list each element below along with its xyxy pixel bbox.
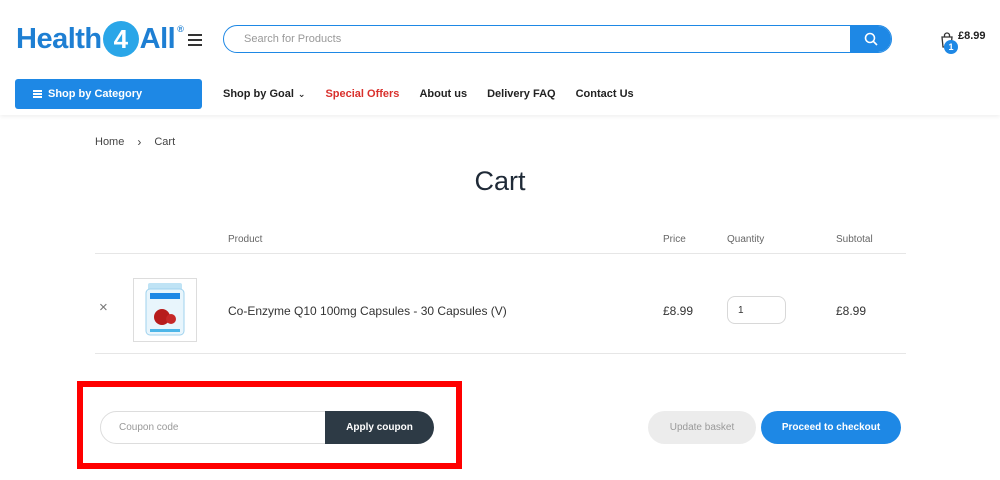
header-subtotal: Subtotal — [836, 234, 873, 245]
logo-part-health: Health — [16, 22, 102, 55]
logo-registered-mark: ® — [177, 24, 184, 34]
logo-part-four: 4 — [102, 21, 139, 57]
product-subtotal: £8.99 — [836, 304, 867, 318]
proceed-to-checkout-button[interactable]: Proceed to checkout — [761, 411, 901, 444]
apply-coupon-button[interactable]: Apply coupon — [325, 411, 434, 444]
nav-special-offers[interactable]: Special Offers — [325, 88, 399, 100]
search-button[interactable] — [850, 26, 891, 52]
header-quantity: Quantity — [727, 234, 765, 245]
table-header: Product Price Quantity Subtotal — [95, 228, 906, 254]
search-bar — [223, 25, 892, 53]
header-product: Product — [228, 234, 263, 245]
nav-delivery-faq[interactable]: Delivery FAQ — [487, 88, 555, 100]
update-basket-button[interactable]: Update basket — [648, 411, 756, 444]
list-icon — [33, 89, 42, 100]
nav-shop-by-goal-label: Shop by Goal — [223, 88, 294, 100]
page-title: Cart — [474, 166, 526, 196]
shopping-bag-icon: 1 — [940, 32, 958, 54]
remove-item-icon[interactable]: × — [99, 299, 108, 316]
site-header: Health 4 All ® 1 £8.99 Shop by Category — [0, 0, 1000, 115]
breadcrumb: Home › Cart — [95, 135, 175, 149]
mini-cart[interactable]: 1 £8.99 — [940, 30, 986, 54]
logo-part-all: All — [139, 22, 176, 55]
menu-icon[interactable] — [188, 34, 202, 46]
header-price: Price — [663, 234, 686, 245]
cart-table: Product Price Quantity Subtotal × Co-Enz… — [95, 228, 906, 354]
coupon-code-input[interactable] — [100, 411, 340, 444]
shop-by-category-button[interactable]: Shop by Category — [15, 79, 202, 109]
nav-shop-by-goal[interactable]: Shop by Goal ⌄ — [223, 88, 305, 100]
product-name-link[interactable]: Co-Enzyme Q10 100mg Capsules - 30 Capsul… — [228, 304, 507, 318]
breadcrumb-home[interactable]: Home — [95, 136, 124, 148]
logo[interactable]: Health 4 All ® — [16, 18, 184, 60]
quantity-input[interactable] — [727, 296, 786, 324]
search-input[interactable] — [224, 26, 850, 52]
search-icon — [864, 32, 878, 46]
chevron-down-icon: ⌄ — [297, 89, 306, 99]
breadcrumb-current: Cart — [154, 136, 176, 148]
table-row: × Co-Enzyme Q10 100mg Capsules - 30 Caps… — [95, 254, 906, 354]
main-nav: Shop by Goal ⌄ Special Offers About us De… — [223, 88, 654, 100]
cart-count-badge: 1 — [944, 40, 958, 54]
product-thumbnail[interactable] — [133, 278, 197, 342]
nav-about-us[interactable]: About us — [419, 88, 467, 100]
chevron-right-icon: › — [137, 135, 142, 149]
product-price: £8.99 — [663, 304, 694, 318]
nav-contact-us[interactable]: Contact Us — [576, 88, 634, 100]
cart-total: £8.99 — [958, 30, 986, 42]
shop-by-category-label: Shop by Category — [48, 88, 143, 100]
